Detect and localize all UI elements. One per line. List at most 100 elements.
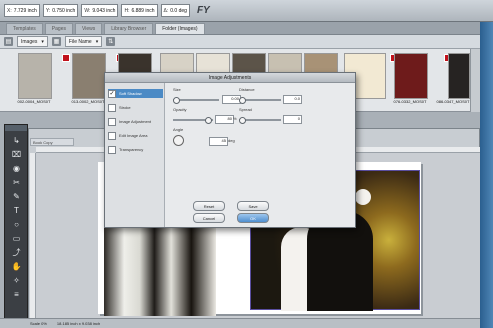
- opacity-value-field[interactable]: 80: [215, 115, 234, 124]
- magic-tool-icon[interactable]: ✧: [10, 275, 23, 286]
- y-field-label: Y:: [45, 7, 51, 14]
- folder-icon[interactable]: ▤: [4, 37, 13, 46]
- x-field-value: 7.729 inch: [13, 7, 37, 14]
- rectangle-tool-icon[interactable]: ▭: [10, 233, 23, 244]
- angle-value-field[interactable]: 45: [209, 137, 228, 146]
- flip-y-button[interactable]: FY: [197, 5, 210, 16]
- thumbnail-label: 076-0332_MOS0T: [393, 99, 427, 104]
- chevron-down-icon: ▾: [41, 38, 44, 45]
- thumbnail[interactable]: [394, 53, 428, 99]
- option-soft-shadow[interactable]: ✓ Soft Shadow: [108, 89, 163, 98]
- source-select[interactable]: Images ▾: [17, 36, 48, 47]
- ellipse-tool-icon[interactable]: ○: [10, 219, 23, 230]
- sort-select[interactable]: File Name ▾: [64, 36, 103, 47]
- checkbox-checked-icon[interactable]: ✓: [108, 89, 116, 98]
- thumbnail-label: 086-0347_MOS0T: [436, 99, 470, 104]
- angle-dial[interactable]: [173, 135, 184, 146]
- sort-select-value: File Name: [68, 38, 92, 45]
- width-field-label: W:: [84, 7, 91, 14]
- option-label: Soft Shadow: [119, 91, 142, 96]
- toolbox-header: [5, 125, 27, 131]
- tab-pages[interactable]: Pages: [44, 23, 73, 34]
- tab-views[interactable]: Views: [74, 23, 103, 34]
- image-adjustments-dialog: Image Adjustments ✓ Soft Shadow Stroke Im…: [104, 72, 356, 228]
- grid-view-icon[interactable]: ▦: [51, 37, 61, 46]
- tab-folder-images[interactable]: Folder (Images): [155, 23, 205, 34]
- option-edit-image-area[interactable]: Edit Image Area: [108, 131, 163, 140]
- tab-library-browser[interactable]: Library Browser: [104, 23, 154, 34]
- option-transparency[interactable]: Transparency: [108, 145, 163, 154]
- x-field[interactable]: X: 7.729 inch: [4, 4, 40, 17]
- size-slider-knob[interactable]: [173, 97, 180, 104]
- save-button[interactable]: Save: [237, 201, 269, 211]
- text-tool-icon[interactable]: T: [10, 205, 23, 216]
- browser-toolbar: ▤ Images ▾ ▦ File Name ▾ ⇅: [0, 35, 480, 49]
- opacity-slider-knob[interactable]: [205, 117, 212, 124]
- checkbox-icon[interactable]: [108, 131, 116, 140]
- checkbox-icon[interactable]: [108, 103, 116, 112]
- option-image-adjustment[interactable]: Image Adjustment: [108, 117, 163, 126]
- source-select-value: Images: [21, 38, 38, 45]
- dialog-options-list: ✓ Soft Shadow Stroke Image Adjustment Edi…: [105, 83, 165, 227]
- arrow-tool-icon[interactable]: ↳: [10, 135, 23, 146]
- y-field-value: 0.750 inch: [52, 7, 76, 14]
- crop-tool-icon[interactable]: ⌧: [10, 149, 23, 160]
- thumbnail[interactable]: [448, 53, 470, 99]
- angle-field[interactable]: Δ: 0.0 deg: [160, 4, 190, 17]
- checkbox-icon[interactable]: [108, 117, 116, 126]
- dialog-title: Image Adjustments: [105, 73, 355, 83]
- option-label: Stroke: [119, 105, 131, 110]
- photo-frame-left[interactable]: [104, 226, 216, 316]
- chevron-down-icon: ▾: [95, 38, 99, 45]
- distance-slider-knob[interactable]: [239, 97, 246, 104]
- thumbnail[interactable]: [72, 53, 106, 99]
- height-field-value: 6.889 inch: [131, 7, 155, 14]
- x-field-label: X:: [7, 7, 12, 14]
- veil-shape: [355, 189, 371, 205]
- distance-label: Distance: [239, 87, 255, 92]
- desktop-edge: [480, 22, 493, 328]
- spread-value-field[interactable]: 0: [283, 115, 302, 124]
- layers-tool-icon[interactable]: ≡: [10, 289, 23, 300]
- size-label: Size: [173, 87, 181, 92]
- opacity-unit: %: [233, 116, 237, 121]
- option-stroke[interactable]: Stroke: [108, 103, 163, 112]
- distance-value-field[interactable]: 0.0: [283, 95, 302, 104]
- thumbnail[interactable]: [18, 53, 52, 99]
- width-field[interactable]: W: 9.043 inch: [81, 4, 119, 17]
- width-field-value: 9.043 inch: [92, 7, 116, 14]
- option-label: Image Adjustment: [119, 119, 152, 124]
- hand-tool-icon[interactable]: ✋: [10, 261, 23, 272]
- height-field-label: H:: [124, 7, 130, 14]
- y-field[interactable]: Y: 0.750 inch: [42, 4, 79, 17]
- angle-unit: deg: [228, 138, 235, 143]
- option-label: Edit Image Area: [119, 133, 148, 138]
- cut-tool-icon[interactable]: ✂: [10, 177, 23, 188]
- zoom-readout[interactable]: Scale 0%: [30, 321, 47, 326]
- ok-button[interactable]: OK: [237, 213, 269, 223]
- tab-templates[interactable]: Templates: [6, 23, 43, 34]
- pan-tool-icon[interactable]: ◉: [10, 163, 23, 174]
- used-marker-icon: [62, 54, 70, 62]
- reset-button[interactable]: Reset: [193, 201, 225, 211]
- height-field[interactable]: H: 6.889 inch: [121, 4, 158, 17]
- thumbnail-scrollbar[interactable]: [470, 49, 480, 112]
- control-bar: X: 7.729 inch Y: 0.750 inch W: 9.043 inch H…: [0, 0, 493, 22]
- document-tab[interactable]: Book Copy: [30, 138, 74, 146]
- sort-order-icon[interactable]: ⇅: [106, 37, 116, 46]
- option-label: Transparency: [119, 147, 144, 152]
- panel-tabs: Templates Pages Views Library Browser Fo…: [0, 22, 480, 35]
- thumbnail-label: 002-0004_MOS0T: [17, 99, 51, 104]
- angle-label: Angle: [173, 127, 184, 132]
- checkbox-icon[interactable]: [108, 145, 116, 154]
- rotate-tool-icon[interactable]: ⤴: [10, 247, 23, 258]
- page-size-readout: 18.185 inch x 9.038 inch: [56, 321, 101, 326]
- spread-label: Spread: [239, 107, 252, 112]
- spread-slider-knob[interactable]: [239, 117, 246, 124]
- angle-field-label: Δ:: [163, 7, 169, 14]
- status-bar: Scale 0% 18.185 inch x 9.038 inch: [0, 318, 480, 328]
- pen-tool-icon[interactable]: ✎: [10, 191, 23, 202]
- cancel-button[interactable]: Cancel: [193, 213, 225, 223]
- toolbox: ↳ ⌧ ◉ ✂ ✎ T ○ ▭ ⤴ ✋ ✧ ≡: [4, 124, 28, 320]
- angle-field-value: 0.0 deg: [170, 7, 187, 14]
